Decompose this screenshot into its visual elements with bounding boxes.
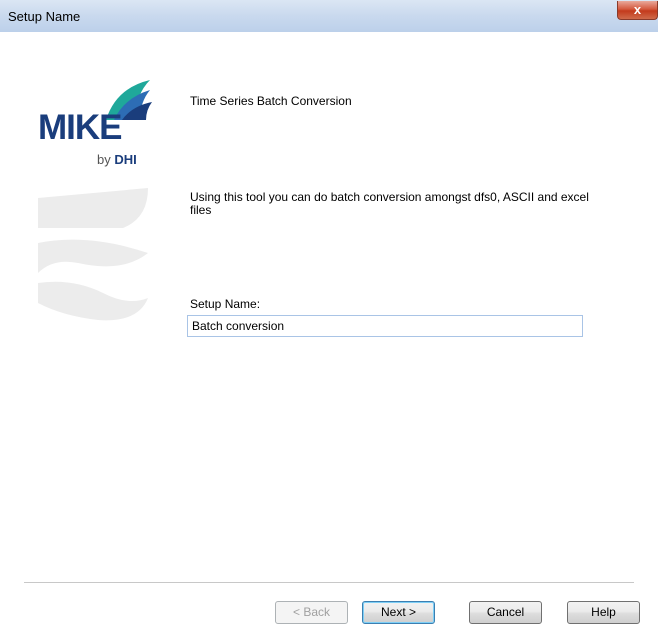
dhi-wave-watermark-icon <box>38 80 152 321</box>
help-button[interactable]: Help <box>567 601 640 624</box>
logo-by: by <box>97 152 111 167</box>
back-button[interactable]: < Back <box>275 601 348 624</box>
divider <box>24 582 634 584</box>
page-heading: Time Series Batch Conversion <box>190 94 352 108</box>
cancel-button[interactable]: Cancel <box>469 601 542 624</box>
close-icon: x <box>633 2 642 17</box>
setup-name-input[interactable] <box>187 315 583 337</box>
window-title: Setup Name <box>8 9 81 24</box>
info-text: Using this tool you can do batch convers… <box>190 190 589 217</box>
close-button[interactable]: x <box>617 1 658 20</box>
logo-company: DHI <box>114 152 137 167</box>
mike-logo-text: MIKE <box>38 108 122 147</box>
title-bar: Setup Name x <box>0 0 658 32</box>
next-button[interactable]: Next > <box>362 601 435 624</box>
setup-name-label: Setup Name: <box>190 297 261 311</box>
by-dhi-logo-text: by DHI <box>97 152 137 167</box>
